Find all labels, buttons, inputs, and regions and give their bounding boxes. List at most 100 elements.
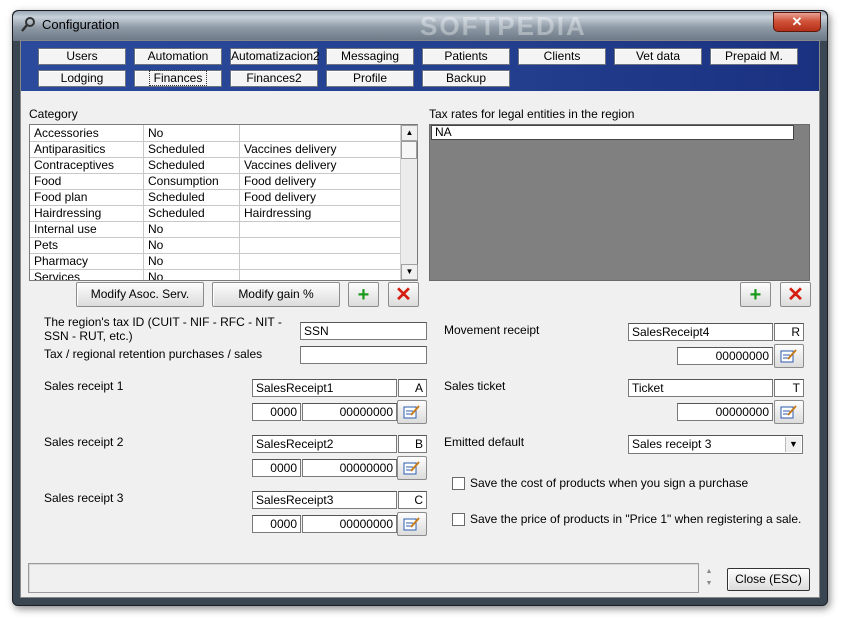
edit-icon bbox=[403, 517, 420, 531]
category-service-cell: Hairdressing bbox=[240, 205, 401, 221]
edit-sales-receipt-1-button[interactable] bbox=[397, 400, 427, 424]
category-type-cell: Consumption bbox=[144, 173, 240, 189]
tab-automatizacion2[interactable]: Automatizacion2 bbox=[230, 48, 320, 65]
tab-clients[interactable]: Clients bbox=[518, 48, 606, 65]
category-name-cell: Pharmacy bbox=[30, 253, 144, 269]
sales-receipt-3-name[interactable]: SalesReceipt3 bbox=[252, 491, 397, 509]
tab-users[interactable]: Users bbox=[38, 48, 126, 65]
sales-receipt-2-name[interactable]: SalesReceipt2 bbox=[252, 435, 397, 453]
plus-icon: + bbox=[749, 283, 762, 306]
category-name-cell: Food bbox=[30, 173, 144, 189]
delete-category-button[interactable]: ✕ bbox=[388, 282, 419, 307]
add-category-button[interactable]: + bbox=[348, 282, 379, 307]
scroll-thumb[interactable] bbox=[401, 141, 417, 159]
edit-sales-receipt-2-button[interactable] bbox=[397, 456, 427, 480]
sales-receipt-2-letter[interactable]: B bbox=[398, 435, 427, 453]
emitted-default-select[interactable]: Sales receipt 3 bbox=[628, 435, 803, 454]
scroll-down-icon[interactable]: ▼ bbox=[401, 264, 418, 280]
category-type-cell: No bbox=[144, 125, 240, 141]
category-type-cell: Scheduled bbox=[144, 157, 240, 173]
window-title: Configuration bbox=[42, 17, 120, 32]
movement-receipt-letter[interactable]: R bbox=[774, 323, 804, 341]
tab-prepaid[interactable]: Prepaid M. bbox=[710, 48, 798, 65]
category-type-cell: No bbox=[144, 237, 240, 253]
close-button[interactable]: Close (ESC) bbox=[727, 568, 810, 591]
sales-ticket-label: Sales ticket bbox=[444, 379, 506, 393]
edit-movement-receipt-button[interactable] bbox=[774, 344, 804, 368]
edit-icon bbox=[780, 405, 797, 419]
edit-sales-receipt-3-button[interactable] bbox=[397, 512, 427, 536]
emitted-default-label: Emitted default bbox=[444, 435, 525, 449]
sales-receipt-1-name[interactable]: SalesReceipt1 bbox=[252, 379, 397, 397]
sales-receipt-1-letter[interactable]: A bbox=[398, 379, 427, 397]
category-row[interactable]: Accessories No bbox=[30, 125, 401, 142]
add-tax-rate-button[interactable]: + bbox=[740, 282, 771, 307]
sales-receipt-3-letter[interactable]: C bbox=[398, 491, 427, 509]
sales-receipt-1-number[interactable]: 00000000 bbox=[302, 403, 397, 421]
category-name-cell: Services bbox=[30, 269, 144, 280]
delete-tax-rate-button[interactable]: ✕ bbox=[780, 282, 811, 307]
tab-finances[interactable]: Finances bbox=[134, 70, 222, 87]
category-type-cell: Scheduled bbox=[144, 205, 240, 221]
sales-receipt-2-prefix[interactable]: 0000 bbox=[252, 459, 301, 477]
category-name-cell: Pets bbox=[30, 237, 144, 253]
category-name-cell: Antiparasitics bbox=[30, 141, 144, 157]
save-cost-checkbox[interactable] bbox=[452, 477, 465, 490]
category-label: Category bbox=[29, 107, 78, 121]
category-name-cell: Contraceptives bbox=[30, 157, 144, 173]
plus-icon: + bbox=[357, 283, 370, 306]
emitted-default-value: Sales receipt 3 bbox=[632, 437, 712, 451]
save-cost-label: Save the cost of products when you sign … bbox=[470, 476, 749, 490]
tab-finances2[interactable]: Finances2 bbox=[230, 70, 318, 87]
retention-label: Tax / regional retention purchases / sal… bbox=[44, 347, 263, 361]
category-row[interactable]: Pharmacy No bbox=[30, 253, 401, 270]
sales-receipt-2-number[interactable]: 00000000 bbox=[302, 459, 397, 477]
sales-receipt-3-prefix[interactable]: 0000 bbox=[252, 515, 301, 533]
sales-ticket-number[interactable]: 00000000 bbox=[677, 403, 773, 421]
tab-patients[interactable]: Patients bbox=[422, 48, 510, 65]
category-row[interactable]: Internal use No bbox=[30, 221, 401, 238]
sales-ticket-name[interactable]: Ticket bbox=[628, 379, 773, 397]
category-row[interactable]: Contraceptives Scheduled Vaccines delivery bbox=[30, 157, 401, 174]
tax-id-field[interactable]: SSN bbox=[300, 322, 427, 340]
tab-automation[interactable]: Automation bbox=[134, 48, 222, 65]
movement-receipt-name[interactable]: SalesReceipt4 bbox=[628, 323, 773, 341]
movement-receipt-number[interactable]: 00000000 bbox=[677, 347, 773, 365]
scroll-up-icon[interactable]: ▲ bbox=[401, 125, 418, 141]
tab-vet-data[interactable]: Vet data bbox=[614, 48, 702, 65]
spinner-icon[interactable]: ▲ ▼ bbox=[703, 566, 715, 592]
modify-asoc-serv-button[interactable]: Modify Asoc. Serv. bbox=[76, 282, 204, 307]
sales-receipt-1-prefix[interactable]: 0000 bbox=[252, 403, 301, 421]
category-type-cell: Scheduled bbox=[144, 189, 240, 205]
tab-backup[interactable]: Backup bbox=[422, 70, 510, 87]
category-row[interactable]: Services No bbox=[30, 269, 401, 280]
category-type-cell: Scheduled bbox=[144, 141, 240, 157]
edit-sales-ticket-button[interactable] bbox=[774, 400, 804, 424]
tab-profile[interactable]: Profile bbox=[326, 70, 414, 87]
window-close-button[interactable]: ✕ bbox=[773, 12, 821, 32]
sales-receipt-2-label: Sales receipt 2 bbox=[44, 435, 124, 449]
category-grid[interactable]: Accessories No Antiparasitics Scheduled Vacc… bbox=[29, 124, 418, 281]
tab-messaging[interactable]: Messaging bbox=[326, 48, 414, 65]
tax-rate-row[interactable]: NA bbox=[431, 125, 794, 140]
category-row[interactable]: Hairdressing Scheduled Hairdressing bbox=[30, 205, 401, 222]
wrench-icon bbox=[21, 17, 35, 32]
category-row[interactable]: Pets No bbox=[30, 237, 401, 254]
retention-field[interactable] bbox=[300, 346, 427, 364]
category-row[interactable]: Food Consumption Food delivery bbox=[30, 173, 401, 190]
delete-icon: ✕ bbox=[395, 283, 412, 306]
category-service-cell bbox=[240, 269, 401, 280]
edit-icon bbox=[403, 405, 420, 419]
chevron-down-icon[interactable]: ▼ bbox=[785, 437, 801, 452]
category-row[interactable]: Antiparasitics Scheduled Vaccines delivery bbox=[30, 141, 401, 158]
status-bar bbox=[28, 563, 699, 593]
sales-ticket-letter[interactable]: T bbox=[774, 379, 804, 397]
save-price-checkbox[interactable] bbox=[452, 513, 465, 526]
sales-receipt-3-number[interactable]: 00000000 bbox=[302, 515, 397, 533]
tab-lodging[interactable]: Lodging bbox=[38, 70, 126, 87]
category-row[interactable]: Food plan Scheduled Food delivery bbox=[30, 189, 401, 206]
tax-rates-grid[interactable] bbox=[429, 124, 810, 281]
category-service-cell: Food delivery bbox=[240, 189, 401, 205]
modify-gain-button[interactable]: Modify gain % bbox=[212, 282, 340, 307]
category-name-cell: Food plan bbox=[30, 189, 144, 205]
